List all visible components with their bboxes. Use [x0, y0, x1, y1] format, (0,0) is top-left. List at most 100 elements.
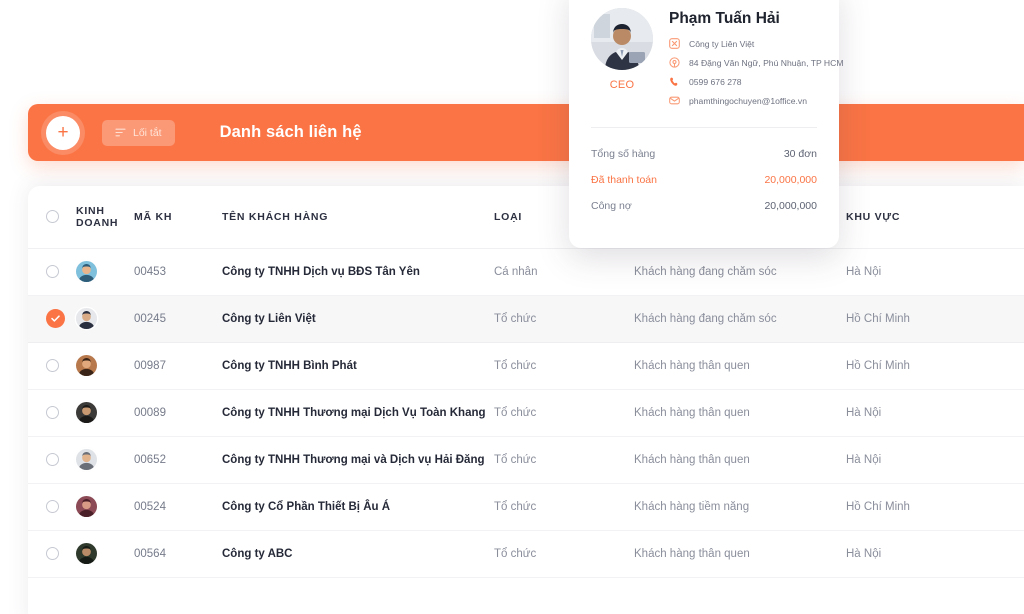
app-screen: + Lối tắt Danh sách liên hệ KINH DOANH M…: [0, 0, 1024, 614]
table-row[interactable]: 00453 Công ty TNHH Dịch vụ BĐS Tân Yên Cá …: [28, 248, 1024, 296]
contact-name: Phạm Tuấn Hải: [669, 10, 780, 27]
column-header-region[interactable]: KHU VỰC: [846, 186, 1024, 249]
row-region-cell: Hà Nội: [846, 530, 1024, 578]
row-select-cell[interactable]: [28, 295, 76, 343]
row-code-cell: 00987: [130, 342, 222, 390]
row-select-cell[interactable]: [28, 389, 76, 437]
contact-stat-value: 20,000,000: [764, 174, 817, 186]
shortcut-button[interactable]: Lối tắt: [102, 119, 175, 146]
row-status-cell: Khách hàng thân quen: [634, 389, 846, 437]
contact-stat-value: 20,000,000: [764, 200, 817, 212]
contact-card-header: CEO Phạm Tuấn Hải Công ty Liên Việt 84 Đ…: [591, 8, 843, 114]
add-button[interactable]: +: [46, 115, 80, 150]
contact-role: CEO: [609, 79, 635, 91]
table-row[interactable]: 00089 Công ty TNHH Thương mại Dịch Vụ Toà…: [28, 389, 1024, 437]
contact-email-row: phamthingochuyen@1office.vn: [669, 95, 843, 106]
avatar: [76, 402, 97, 423]
row-checkbox[interactable]: [46, 406, 59, 419]
row-checkbox[interactable]: [46, 500, 59, 513]
row-avatar-cell: [76, 530, 130, 578]
customer-code: 00089: [134, 406, 166, 419]
contact-stat-label: Tổng số hàng: [591, 148, 656, 160]
row-status-cell: Khách hàng thân quen: [634, 342, 846, 390]
row-select-cell[interactable]: [28, 248, 76, 296]
customer-name: Công ty TNHH Bình Phát: [222, 359, 357, 372]
plus-icon: +: [57, 122, 69, 143]
customer-code: 00564: [134, 547, 166, 560]
row-region-cell: Hà Nội: [846, 248, 1024, 296]
table-row[interactable]: 00524 Công ty Cổ Phần Thiết Bị Âu Á Tổ chứ…: [28, 483, 1024, 531]
row-region-cell: Hà Nội: [846, 436, 1024, 484]
avatar: [591, 8, 653, 70]
row-region-cell: Hà Nội: [846, 389, 1024, 437]
contact-company-row: Công ty Liên Việt: [669, 38, 843, 49]
table-body: 00453 Công ty TNHH Dịch vụ BĐS Tân Yên Cá …: [28, 248, 1024, 578]
row-code-cell: 00245: [130, 295, 222, 343]
row-status-cell: Khách hàng đang chăm sóc: [634, 295, 846, 343]
row-checkbox[interactable]: [46, 359, 59, 372]
envelope-icon: [669, 95, 680, 106]
contact-table-card: KINH DOANH MÃ KH TÊN KHÁCH HÀNG LOẠI KHU…: [28, 186, 1024, 614]
row-checkbox[interactable]: [46, 547, 59, 560]
column-header-code[interactable]: MÃ KH: [130, 186, 222, 249]
customer-name: Công ty Cổ Phần Thiết Bị Âu Á: [222, 500, 391, 513]
row-name-cell: Công ty ABC: [222, 530, 494, 578]
customer-name: Công ty TNHH Thương mại Dịch Vụ Toàn Kha…: [222, 406, 486, 419]
column-header-name[interactable]: TÊN KHÁCH HÀNG: [222, 186, 494, 249]
select-all-header[interactable]: [28, 186, 76, 249]
row-select-cell[interactable]: [28, 436, 76, 484]
contact-company: Công ty Liên Việt: [689, 38, 755, 49]
contact-photo-block: CEO: [591, 8, 653, 114]
customer-name: Công ty ABC: [222, 547, 293, 560]
customer-code: 00652: [134, 453, 166, 466]
row-code-cell: 00453: [130, 248, 222, 296]
contact-stat-value: 30 đơn: [783, 148, 817, 160]
shortcut-label: Lối tắt: [133, 126, 162, 139]
contact-stat-row: Tổng số hàng 30 đơn: [591, 141, 817, 167]
row-checkbox[interactable]: [46, 309, 65, 328]
avatar: [76, 496, 97, 517]
row-status-cell: Khách hàng thân quen: [634, 530, 846, 578]
contact-stat-label: Công nợ: [591, 200, 632, 212]
row-checkbox[interactable]: [46, 453, 59, 466]
column-header-sales[interactable]: KINH DOANH: [76, 186, 130, 249]
row-region-cell: Hồ Chí Minh: [846, 342, 1024, 390]
row-name-cell: Công ty TNHH Thương mại Dịch Vụ Toàn Kha…: [222, 389, 494, 437]
contact-stats-list: Tổng số hàng 30 đơn Đã thanh toán 20,000,00…: [591, 128, 817, 219]
phone-icon: [669, 76, 680, 87]
row-type-cell: Cá nhân: [494, 248, 634, 296]
select-all-checkbox[interactable]: [46, 210, 59, 224]
customer-name: Công ty TNHH Thương mại và Dịch vụ Hải Đ…: [222, 453, 485, 466]
row-name-cell: Công ty Cổ Phần Thiết Bị Âu Á: [222, 483, 494, 531]
row-code-cell: 00564: [130, 530, 222, 578]
row-type-cell: Tổ chức: [494, 295, 634, 343]
row-select-cell[interactable]: [28, 342, 76, 390]
row-name-cell: Công ty Liên Việt: [222, 295, 494, 343]
building-icon: [669, 38, 680, 49]
row-name-cell: Công ty TNHH Bình Phát: [222, 342, 494, 390]
row-code-cell: 00089: [130, 389, 222, 437]
table-row[interactable]: 00564 Công ty ABC Tổ chức Khách hàng thân q…: [28, 530, 1024, 578]
row-checkbox[interactable]: [46, 265, 59, 278]
contact-phone: 0599 676 278: [689, 76, 742, 87]
row-type-cell: Tổ chức: [494, 530, 634, 578]
customer-name: Công ty TNHH Dịch vụ BĐS Tân Yên: [222, 265, 420, 278]
table-row[interactable]: 00245 Công ty Liên Việt Tổ chức Khách hàng …: [28, 295, 1024, 343]
row-name-cell: Công ty TNHH Dịch vụ BĐS Tân Yên: [222, 248, 494, 296]
filter-lines-icon: [115, 128, 126, 137]
table-row[interactable]: 00652 Công ty TNHH Thương mại và Dịch vụ …: [28, 436, 1024, 484]
row-type-cell: Tổ chức: [494, 342, 634, 390]
row-name-cell: Công ty TNHH Thương mại và Dịch vụ Hải Đ…: [222, 436, 494, 484]
avatar: [76, 449, 97, 470]
row-status-cell: Khách hàng thân quen: [634, 436, 846, 484]
customer-code: 00245: [134, 312, 166, 325]
row-select-cell[interactable]: [28, 483, 76, 531]
row-avatar-cell: [76, 342, 130, 390]
row-type-cell: Tổ chức: [494, 436, 634, 484]
row-region-cell: Hồ Chí Minh: [846, 295, 1024, 343]
contact-stat-row: Công nợ 20,000,000: [591, 193, 817, 219]
page-title: Danh sách liên hệ: [219, 123, 362, 141]
avatar: [76, 308, 97, 329]
table-row[interactable]: 00987 Công ty TNHH Bình Phát Tổ chức Khách …: [28, 342, 1024, 390]
row-select-cell[interactable]: [28, 530, 76, 578]
